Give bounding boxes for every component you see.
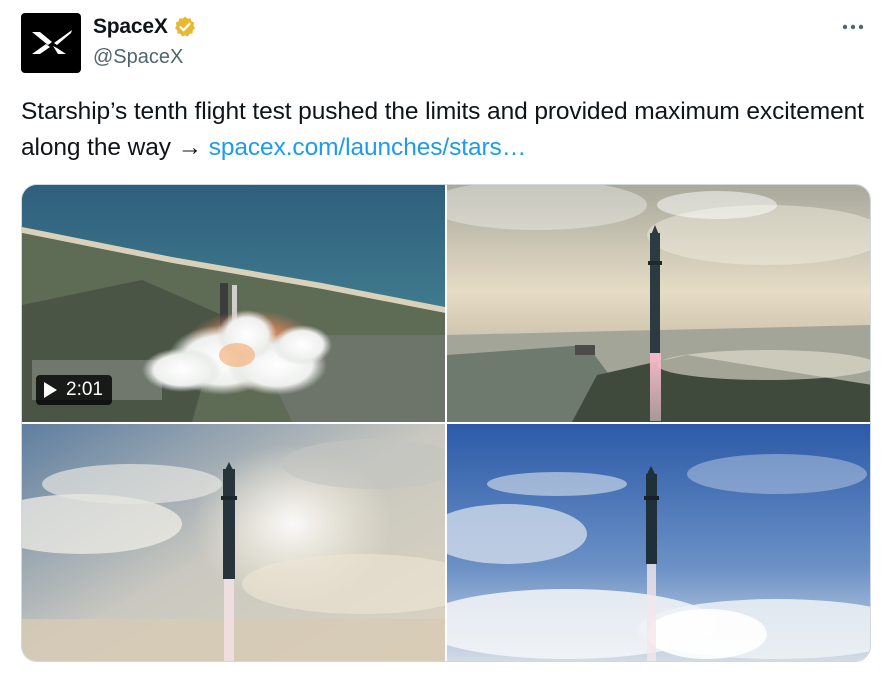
- video-duration-badge: 2:01: [36, 375, 112, 405]
- tweet-link[interactable]: spacex.com/launches/stars…: [209, 134, 527, 161]
- avatar[interactable]: [21, 13, 81, 73]
- tweet-text: Starship’s tenth flight test pushed the …: [21, 94, 871, 166]
- author-display-name[interactable]: SpaceX: [93, 15, 168, 39]
- media-video[interactable]: 2:01: [22, 185, 445, 422]
- play-icon: [44, 382, 57, 398]
- media-photo[interactable]: [447, 185, 870, 422]
- spacex-x-logo-icon: [32, 30, 72, 54]
- starship-coast-ascent-image: [447, 185, 870, 422]
- author-name-row: SpaceX: [93, 14, 197, 40]
- media-photo[interactable]: [447, 424, 870, 661]
- starship-blue-sky-image: [447, 424, 870, 661]
- media-photo[interactable]: [22, 424, 445, 661]
- more-options-button[interactable]: [837, 14, 869, 40]
- media-grid: 2:01: [21, 184, 871, 662]
- starship-clouds-sunlit-image: [22, 424, 445, 661]
- author-handle[interactable]: @SpaceX: [93, 46, 183, 69]
- gold-verified-badge-icon: [174, 16, 195, 37]
- video-duration: 2:01: [66, 379, 103, 400]
- more-dots-icon: [842, 24, 864, 30]
